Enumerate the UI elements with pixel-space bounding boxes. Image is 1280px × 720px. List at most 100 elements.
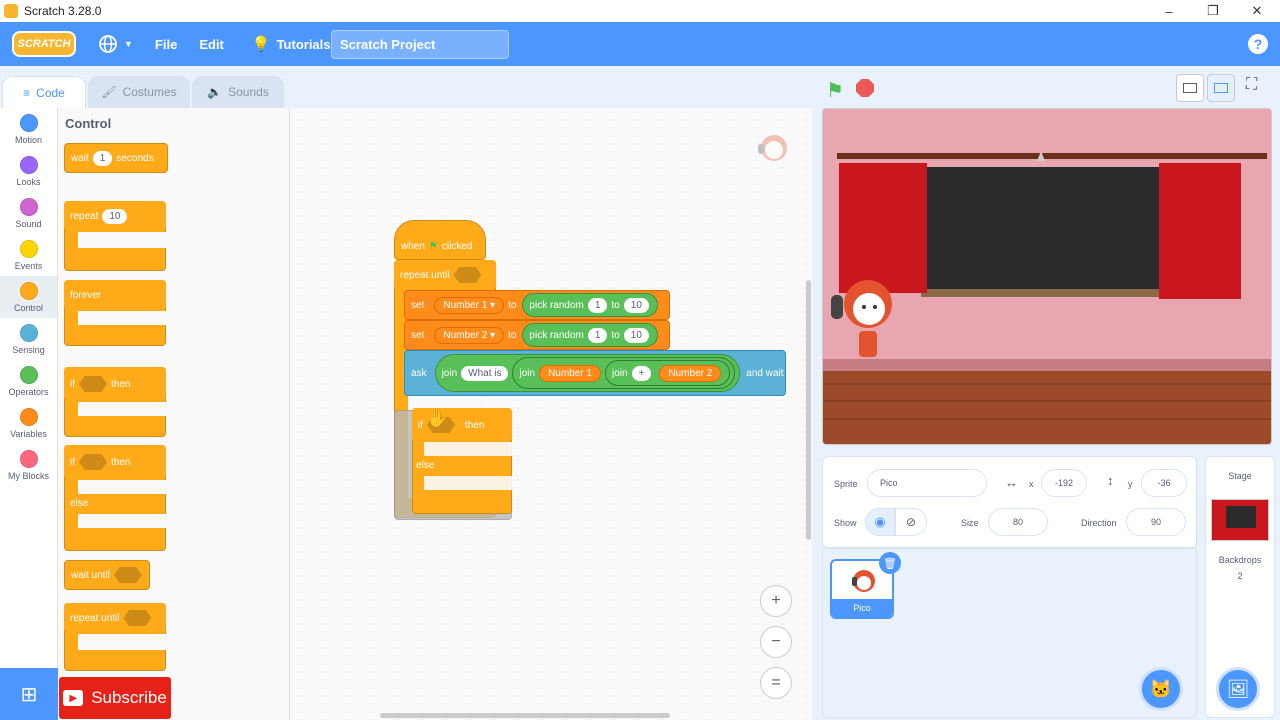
block-text: set xyxy=(411,299,425,311)
block-input[interactable]: 10 xyxy=(623,297,649,313)
block-input[interactable]: 1 xyxy=(587,327,608,343)
maximize-button[interactable]: ❐ xyxy=(1191,0,1235,22)
small-stage-button[interactable] xyxy=(1176,74,1204,102)
add-extension-button[interactable]: ⊞ xyxy=(0,668,58,720)
join-block-innermost[interactable]: join + Number 2 xyxy=(604,360,731,386)
category-label: My Blocks xyxy=(7,470,49,481)
x-input[interactable]: -192 xyxy=(1041,469,1087,497)
palette-if-else-header[interactable]: if then xyxy=(64,445,166,479)
block-input[interactable]: 1 xyxy=(92,150,113,166)
y-label: y xyxy=(1128,479,1133,489)
tab-sounds[interactable]: 🔈 Sounds xyxy=(192,76,284,108)
zoom-in-button[interactable]: + xyxy=(760,585,792,617)
category-events[interactable]: Events xyxy=(0,234,57,276)
category-looks[interactable]: Looks xyxy=(0,150,57,192)
variable-dropdown[interactable]: Number 1 ▾ xyxy=(434,296,505,314)
block-input[interactable]: + xyxy=(631,365,652,381)
block-text: to xyxy=(611,329,620,341)
direction-input[interactable]: 90 xyxy=(1126,508,1186,536)
category-variables[interactable]: Variables xyxy=(0,402,57,444)
sprite-name-input[interactable]: Pico xyxy=(867,469,987,497)
palette-forever-header[interactable]: forever xyxy=(64,280,166,310)
language-menu[interactable]: ▼ xyxy=(98,34,133,54)
set-number1-block[interactable]: set Number 1 ▾ to pick random 1 to 10 xyxy=(404,290,670,320)
category-sound[interactable]: Sound xyxy=(0,192,57,234)
sound-dot xyxy=(19,197,38,216)
category-control[interactable]: Control xyxy=(0,276,57,318)
script-workspace[interactable]: when ⚑ clicked repeat until set Number 1… xyxy=(290,108,812,720)
edit-menu[interactable]: Edit xyxy=(199,37,224,52)
y-input[interactable]: -36 xyxy=(1141,469,1187,497)
zoom-reset-button[interactable]: = xyxy=(760,667,792,699)
pick-random-block[interactable]: pick random 1 to 10 xyxy=(522,323,658,347)
when-flag-clicked-block[interactable]: when ⚑ clicked xyxy=(394,220,486,260)
project-title-input[interactable]: Scratch Project xyxy=(331,30,509,59)
stage-canvas[interactable] xyxy=(822,108,1272,445)
show-visible-button[interactable]: ◉ xyxy=(865,508,895,536)
number2-reporter[interactable]: Number 2 xyxy=(659,364,722,382)
block-input[interactable]: 10 xyxy=(102,208,128,224)
block-text: pick random xyxy=(529,329,584,341)
join-block[interactable]: join What is join Number 1 join + Number… xyxy=(434,354,741,392)
subscribe-label: Subscribe xyxy=(91,688,167,707)
eye-icon: ◉ xyxy=(874,514,886,529)
block-input[interactable]: 1 xyxy=(587,297,608,313)
palette-repeat-header[interactable]: repeat 10 xyxy=(64,201,166,231)
pick-random-block[interactable]: pick random 1 to 10 xyxy=(522,293,658,317)
tab-costumes[interactable]: 🖌 Costumes xyxy=(88,76,190,108)
large-stage-button[interactable] xyxy=(1207,74,1235,102)
number1-reporter[interactable]: Number 1 xyxy=(539,364,601,382)
palette-repeat-until-header[interactable]: repeat until xyxy=(64,603,166,633)
palette-wait-until-block[interactable]: wait until xyxy=(64,560,150,590)
close-window-button[interactable]: ✕ xyxy=(1235,0,1279,22)
workspace-vertical-scrollbar[interactable] xyxy=(806,280,811,540)
block-text: join xyxy=(441,367,458,379)
workspace-horizontal-scrollbar[interactable] xyxy=(380,713,670,718)
palette-if-header[interactable]: if then xyxy=(64,367,166,401)
show-hidden-button[interactable]: ⊘ xyxy=(895,508,927,536)
stop-button[interactable] xyxy=(856,79,874,97)
zoom-out-icon: − xyxy=(771,633,781,650)
subscribe-button[interactable]: ▶ Subscribe xyxy=(59,677,171,719)
set-number2-block[interactable]: set Number 2 ▾ to pick random 1 to 10 xyxy=(404,320,670,350)
boolean-slot[interactable] xyxy=(113,567,142,583)
category-my-blocks[interactable]: My Blocks xyxy=(0,444,57,486)
block-input[interactable]: What is xyxy=(461,365,509,381)
green-flag-button[interactable]: ⚑ xyxy=(826,78,844,103)
boolean-slot[interactable] xyxy=(453,267,482,283)
boolean-slot[interactable] xyxy=(79,376,107,392)
sensing-dot xyxy=(19,323,38,342)
delete-sprite-button[interactable]: 🗑 xyxy=(879,552,901,574)
category-sensing[interactable]: Sensing xyxy=(0,318,57,360)
category-motion[interactable]: Motion xyxy=(0,108,57,150)
stage-panel-title: Stage xyxy=(1228,471,1252,481)
help-icon[interactable]: ? xyxy=(1248,34,1268,54)
size-input[interactable]: 80 xyxy=(988,508,1048,536)
block-input[interactable]: 10 xyxy=(623,327,649,343)
lightbulb-icon: 💡 xyxy=(251,36,271,53)
join-block-inner[interactable]: join Number 1 join + Number 2 xyxy=(512,357,736,389)
stage-backdrop-thumb[interactable] xyxy=(1211,499,1269,541)
scratch-logo[interactable]: SCRATCH xyxy=(12,31,76,57)
else-label: else xyxy=(70,498,89,509)
variable-dropdown[interactable]: Number 2 ▾ xyxy=(434,326,505,344)
choose-sprite-button[interactable]: 🐱 xyxy=(1139,667,1183,711)
zoom-out-button[interactable]: − xyxy=(760,626,792,658)
boolean-slot[interactable] xyxy=(123,610,152,626)
ask-and-wait-block[interactable]: ask join What is join Number 1 join + Nu… xyxy=(404,350,786,396)
sprite-watermark xyxy=(756,128,792,168)
tutorials-button[interactable]: 💡 Tutorials xyxy=(252,35,331,53)
category-operators[interactable]: Operators xyxy=(0,360,57,402)
repeat-until-header[interactable]: repeat until xyxy=(394,260,496,290)
tab-code[interactable]: ≡ Code xyxy=(2,76,86,108)
editor-tabs: ≡ Code 🖌 Costumes 🔈 Sounds xyxy=(0,66,290,108)
block-text: wait until xyxy=(71,569,110,581)
file-menu[interactable]: File xyxy=(155,37,177,52)
fullscreen-icon[interactable]: ⛶ xyxy=(1246,76,1257,94)
window-title: Scratch 3.28.0 xyxy=(24,4,102,18)
choose-backdrop-button[interactable]: 🖼 xyxy=(1216,667,1260,711)
minimize-button[interactable]: – xyxy=(1147,0,1191,22)
palette-wait-block[interactable]: wait 1 seconds xyxy=(64,143,168,173)
boolean-slot[interactable] xyxy=(79,454,107,470)
block-text: repeat xyxy=(70,210,99,222)
